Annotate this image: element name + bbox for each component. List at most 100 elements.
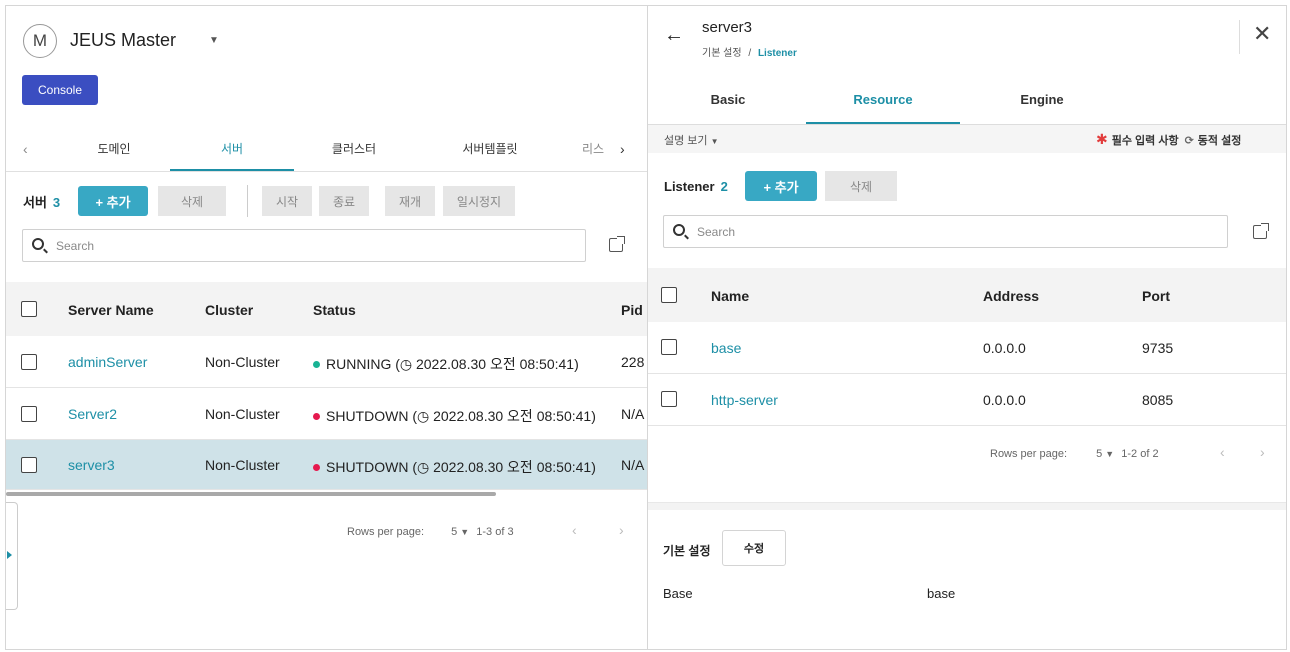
select-all-checkbox[interactable] xyxy=(661,287,677,303)
row-checkbox[interactable] xyxy=(661,339,677,355)
stop-server-button[interactable]: 종료 xyxy=(319,186,369,216)
row-checkbox[interactable] xyxy=(21,354,37,370)
required-star-icon: ✱ xyxy=(1096,131,1108,147)
tab-server-template[interactable]: 서버템플릿 xyxy=(442,126,538,172)
cluster-cell: Non-Cluster xyxy=(205,457,280,473)
prev-page-icon[interactable]: ‹ xyxy=(1220,444,1225,460)
back-arrow-icon[interactable]: ← xyxy=(664,24,684,47)
tab-server[interactable]: 서버 xyxy=(170,126,294,171)
listener-table-header: Name Address Port xyxy=(648,268,1286,322)
search-icon xyxy=(32,238,44,250)
row-checkbox[interactable] xyxy=(21,457,37,473)
app-window: M JEUS Master ▼ Console ‹ 도메인 서버 클러스터 서버… xyxy=(5,5,1287,650)
rows-per-page-select[interactable]: 5 ▼ xyxy=(1096,448,1114,460)
col-name[interactable]: Name xyxy=(711,288,749,304)
status-text: RUNNING (◷ 2022.08.30 오전 08:50:41) xyxy=(326,356,579,372)
listener-name-link[interactable]: base xyxy=(711,340,741,356)
tab-engine[interactable]: Engine xyxy=(994,86,1090,124)
chevron-right-icon[interactable]: › xyxy=(620,126,625,172)
delete-server-button[interactable]: 삭제 xyxy=(158,186,226,216)
next-page-icon[interactable]: › xyxy=(1260,444,1265,460)
breadcrumb: 기본 설정 / Listener xyxy=(702,44,797,59)
table-row[interactable]: Server2 Non-Cluster SHUTDOWN (◷ 2022.08.… xyxy=(6,388,647,440)
app-title[interactable]: JEUS Master xyxy=(70,30,176,51)
dynamic-note: 동적 설정 xyxy=(1197,135,1242,147)
col-server-name[interactable]: Server Name xyxy=(68,302,154,318)
search-icon xyxy=(673,224,685,236)
table-row[interactable]: adminServer Non-Cluster RUNNING (◷ 2022.… xyxy=(6,336,647,388)
port-cell: 8085 xyxy=(1142,392,1174,408)
show-description-toggle[interactable]: 설명 보기 ▼ xyxy=(664,132,719,148)
delete-listener-button[interactable]: 삭제 xyxy=(825,171,897,201)
tab-domain[interactable]: 도메인 xyxy=(78,126,150,172)
page-range: 1-3 of 3 xyxy=(476,526,514,538)
add-listener-button[interactable]: + 추가 xyxy=(745,171,817,201)
edit-button[interactable]: 수정 xyxy=(722,530,786,566)
cluster-cell: Non-Cluster xyxy=(205,354,280,370)
description-bar: 설명 보기 ▼ ✱ 필수 입력 사항 ⟳ 동적 설정 xyxy=(648,125,1286,153)
detail-title: server3 xyxy=(702,19,753,36)
close-icon[interactable]: ✕ xyxy=(1253,21,1271,47)
status-text: SHUTDOWN (◷ 2022.08.30 오전 08:50:41) xyxy=(326,459,596,475)
console-button[interactable]: Console xyxy=(22,75,98,105)
tab-basic[interactable]: Basic xyxy=(678,86,778,124)
port-cell: 9735 xyxy=(1142,340,1174,356)
server-list-pane: M JEUS Master ▼ Console ‹ 도메인 서버 클러스터 서버… xyxy=(6,6,647,649)
server-name-link[interactable]: Server2 xyxy=(68,406,117,422)
open-external-icon[interactable] xyxy=(1253,223,1269,239)
page-range: 1-2 of 2 xyxy=(1121,448,1159,460)
table-row[interactable]: server3 Non-Cluster SHUTDOWN (◷ 2022.08.… xyxy=(6,440,647,490)
col-cluster[interactable]: Cluster xyxy=(205,302,253,318)
pid-cell: 228 xyxy=(621,354,645,370)
row-checkbox[interactable] xyxy=(661,391,677,407)
row-checkbox[interactable] xyxy=(21,406,37,422)
rows-per-page-label: Rows per page: xyxy=(347,526,425,538)
chevron-left-icon[interactable]: ‹ xyxy=(23,126,28,172)
avatar[interactable]: M xyxy=(23,24,57,58)
breadcrumb-parent[interactable]: 기본 설정 xyxy=(702,48,742,59)
server-count-label: 서버 3 xyxy=(23,192,60,211)
listener-name-link[interactable]: http-server xyxy=(711,392,778,408)
suspend-server-button[interactable]: 일시정지 xyxy=(443,186,515,216)
pid-cell: N/A xyxy=(621,457,645,473)
listener-search-field xyxy=(663,215,1228,248)
listener-search-input[interactable] xyxy=(697,216,1217,247)
chevron-down-icon[interactable]: ▼ xyxy=(209,35,219,46)
rows-per-page-select[interactable]: 5 ▼ xyxy=(451,526,469,538)
server-name-link[interactable]: server3 xyxy=(68,457,115,473)
next-page-icon[interactable]: › xyxy=(619,522,624,538)
breadcrumb-current: Listener xyxy=(757,48,797,59)
col-port[interactable]: Port xyxy=(1142,288,1170,304)
col-pid[interactable]: Pid xyxy=(621,302,643,318)
server-search-input[interactable] xyxy=(56,230,576,261)
server-name-link[interactable]: adminServer xyxy=(68,354,147,370)
select-all-checkbox[interactable] xyxy=(21,301,37,317)
server-count: 3 xyxy=(52,195,61,210)
restart-server-button[interactable]: 재개 xyxy=(385,186,435,216)
prev-page-icon[interactable]: ‹ xyxy=(572,522,577,538)
legend: ✱ 필수 입력 사항 ⟳ 동적 설정 xyxy=(1096,131,1241,148)
start-server-button[interactable]: 시작 xyxy=(262,186,312,216)
table-row[interactable]: http-server 0.0.0.0 8085 xyxy=(648,374,1286,426)
tab-resource[interactable]: Resource xyxy=(806,86,960,124)
server-search-field xyxy=(22,229,586,262)
basic-settings-title: 기본 설정 xyxy=(663,544,711,558)
tab-listener[interactable]: 리스 xyxy=(580,126,606,172)
server-table-header: Server Name Cluster Status Pid xyxy=(6,282,647,336)
server-detail-pane: ← server3 기본 설정 / Listener ✕ Basic Resou… xyxy=(647,6,1286,649)
pid-cell: N/A xyxy=(621,406,645,422)
tab-cluster[interactable]: 클러스터 xyxy=(316,126,392,172)
rows-per-page-label: Rows per page: xyxy=(990,448,1068,460)
horizontal-scrollbar[interactable] xyxy=(6,492,496,496)
open-external-icon[interactable] xyxy=(609,236,625,252)
add-server-button[interactable]: + 추가 xyxy=(78,186,148,216)
col-address[interactable]: Address xyxy=(983,288,1039,304)
col-status[interactable]: Status xyxy=(313,302,356,318)
refresh-icon: ⟳ xyxy=(1184,135,1194,147)
required-note: 필수 입력 사항 xyxy=(1111,135,1179,147)
divider xyxy=(1239,20,1240,54)
table-row[interactable]: base 0.0.0.0 9735 xyxy=(648,322,1286,374)
expand-panel-handle[interactable] xyxy=(6,502,18,610)
address-cell: 0.0.0.0 xyxy=(983,392,1026,408)
domain-tabs: ‹ 도메인 서버 클러스터 서버템플릿 리스 › xyxy=(6,126,647,172)
